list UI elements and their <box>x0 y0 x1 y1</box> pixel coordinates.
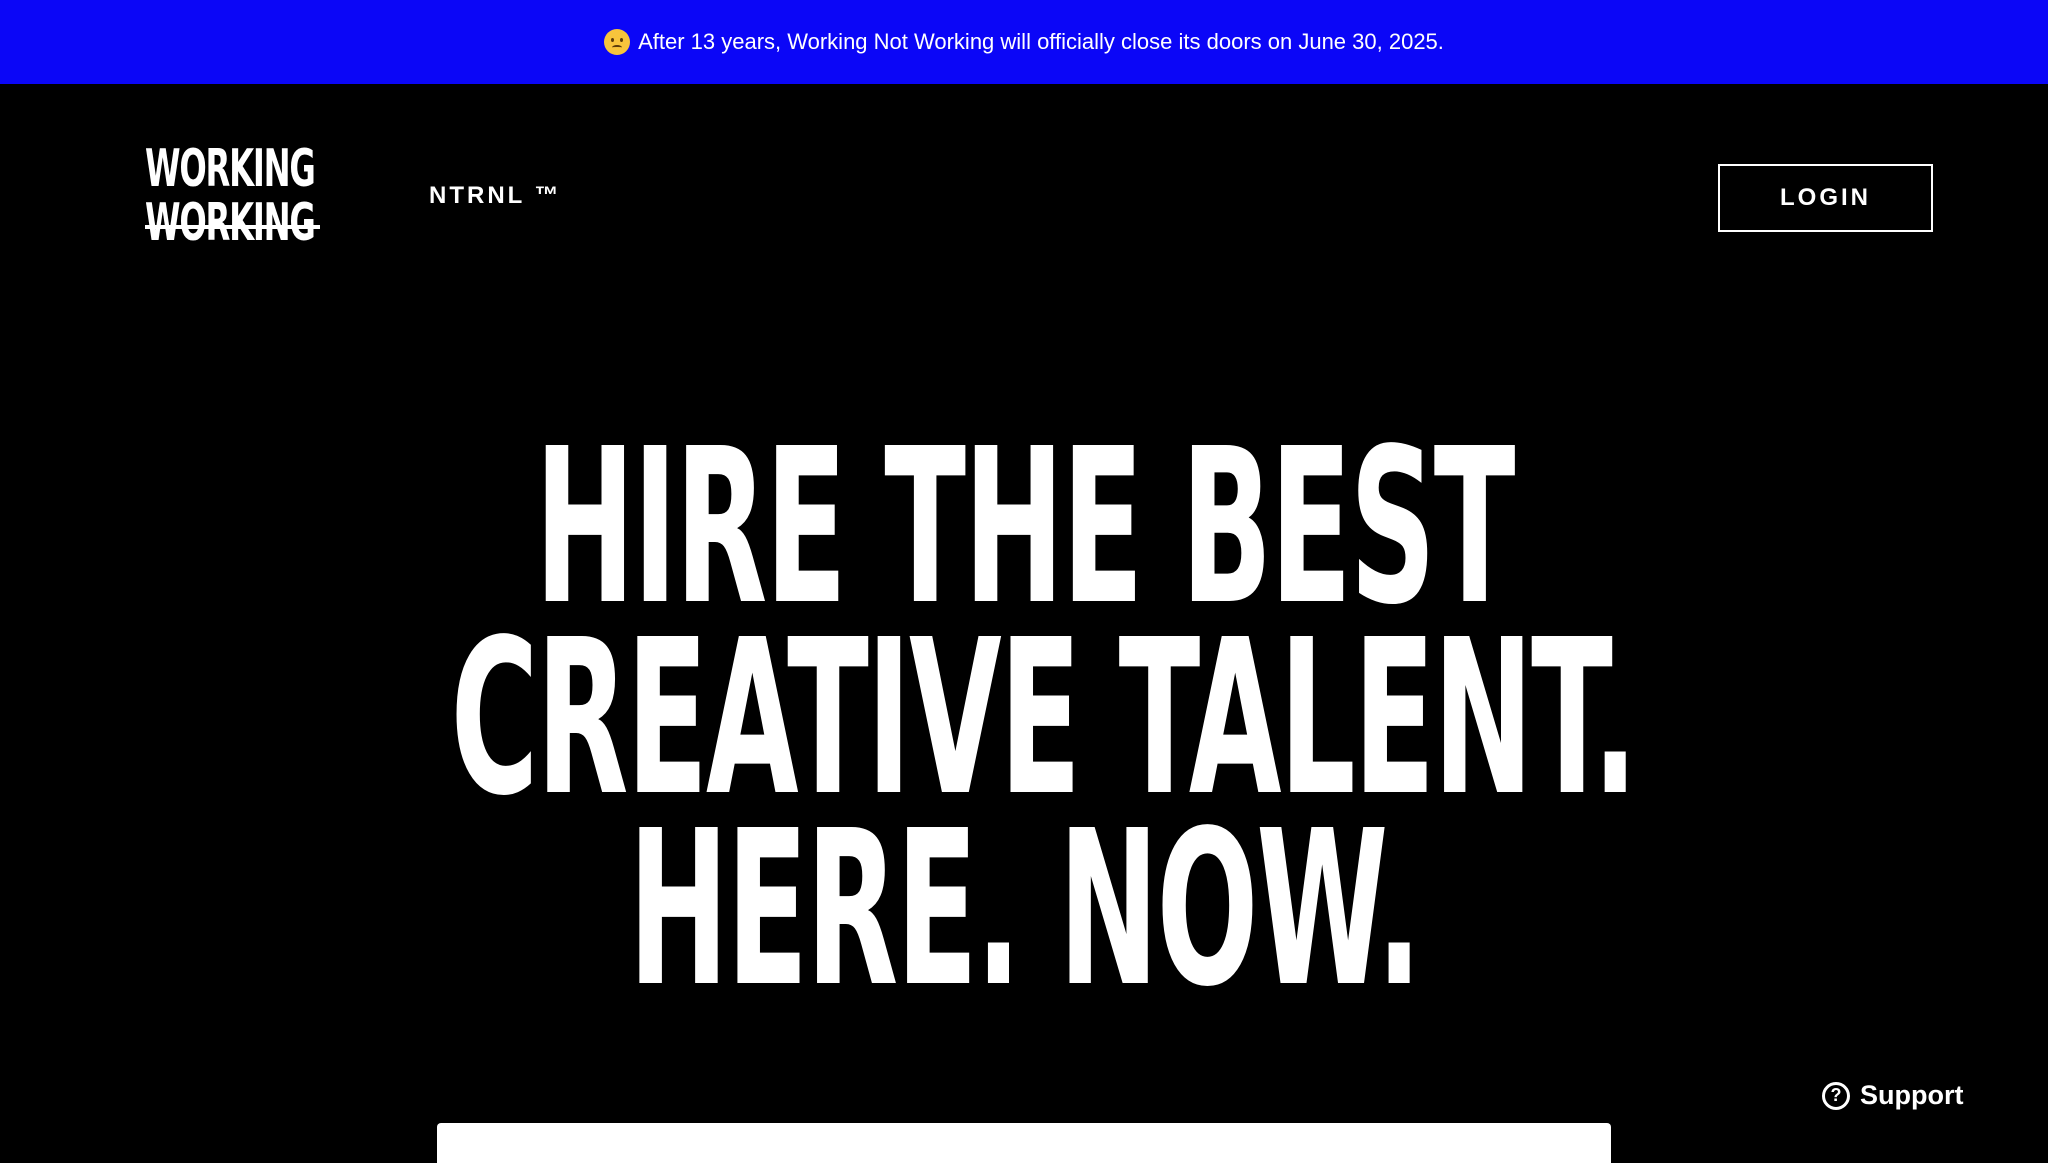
login-button[interactable]: LOGIN <box>1718 164 1933 232</box>
sad-face-icon <box>604 29 631 55</box>
logo-bottom-word: WORKING <box>145 193 316 253</box>
announcement-text: After 13 years, Working Not Working will… <box>638 29 1444 54</box>
site-logo[interactable]: WORKING WORKING <box>145 142 320 254</box>
hero-line-3: HERE. NOW. <box>628 785 1422 1034</box>
nav-link-ntrnl[interactable]: NTRNL ™ <box>429 182 562 210</box>
support-label: Support <box>1860 1080 1964 1110</box>
announcement-banner: After 13 years, Working Not Working will… <box>0 0 2048 84</box>
hero-headline: HIRE THE BEST CREATIVE TALENT. HERE. NOW… <box>0 421 2048 1034</box>
logo-top-word: WORKING <box>145 139 316 199</box>
logo-strikethrough <box>145 225 320 229</box>
search-panel[interactable] <box>437 1123 1611 1163</box>
question-circle-icon: ? <box>1822 1081 1850 1110</box>
support-button[interactable]: ? Support <box>1822 1080 1963 1111</box>
